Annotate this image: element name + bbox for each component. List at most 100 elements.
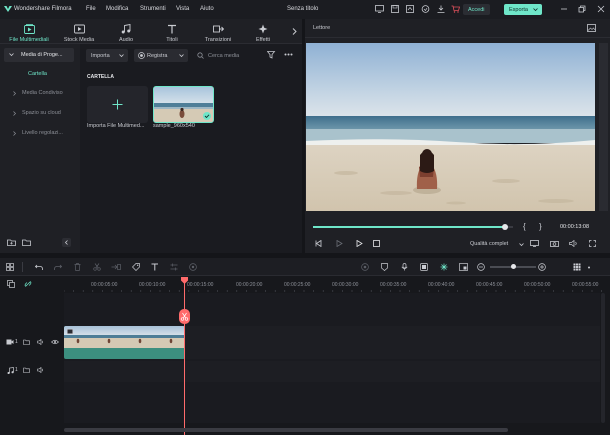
zoom-slider[interactable] bbox=[490, 264, 536, 269]
mark-out-icon[interactable]: } bbox=[539, 222, 542, 231]
folder-icon[interactable] bbox=[22, 239, 31, 246]
zoom-in-icon[interactable] bbox=[538, 263, 546, 271]
text-tool-icon[interactable] bbox=[151, 263, 159, 271]
speaker-icon[interactable] bbox=[37, 339, 44, 345]
split-scissors-button[interactable] bbox=[179, 309, 190, 324]
render-icon[interactable] bbox=[361, 263, 369, 271]
shield-mark-icon[interactable] bbox=[381, 263, 388, 271]
crop-speed-icon[interactable] bbox=[111, 263, 121, 271]
undo-icon[interactable] bbox=[35, 263, 43, 271]
menu-file[interactable]: File bbox=[86, 6, 96, 12]
record-voice-icon[interactable] bbox=[189, 263, 197, 271]
clip-filmstrip bbox=[64, 326, 185, 348]
ruler-label: 00:00:05:00 bbox=[91, 282, 118, 288]
minimize-icon[interactable] bbox=[560, 5, 568, 13]
pip-icon[interactable] bbox=[459, 263, 468, 271]
redo-icon[interactable] bbox=[54, 263, 62, 271]
import-dropdown[interactable]: Importa bbox=[86, 49, 128, 62]
volume-icon[interactable] bbox=[569, 240, 578, 247]
monitor-icon[interactable] bbox=[375, 5, 384, 13]
download-icon[interactable] bbox=[437, 5, 445, 13]
voice-layer-icon[interactable] bbox=[420, 263, 428, 271]
export-label: Esporta bbox=[509, 6, 528, 13]
media-clip-thumbnail[interactable] bbox=[153, 86, 214, 123]
previous-frame-icon[interactable] bbox=[315, 240, 322, 247]
ai-sparkle-icon[interactable] bbox=[440, 263, 448, 271]
chevron-down-icon bbox=[179, 53, 184, 58]
more-options-icon[interactable] bbox=[284, 53, 293, 56]
restore-icon[interactable] bbox=[578, 5, 586, 13]
effects-icon bbox=[258, 24, 268, 34]
ruler-label: 00:00:20:00 bbox=[236, 282, 263, 288]
play-icon[interactable] bbox=[356, 240, 363, 247]
audio-track-header: 1 bbox=[0, 361, 63, 382]
tag-icon[interactable] bbox=[132, 263, 140, 271]
scissors-icon[interactable] bbox=[93, 263, 101, 271]
quality-dropdown[interactable]: Qualità complet bbox=[470, 239, 525, 249]
import-media-tile[interactable] bbox=[87, 86, 148, 123]
layout-grid-icon[interactable] bbox=[6, 263, 14, 271]
camera-icon[interactable] bbox=[550, 240, 559, 247]
player-panel: Lettore {} 00:00:13:08 Qualità complet bbox=[305, 19, 610, 253]
cart-icon[interactable] bbox=[451, 5, 460, 13]
scissors-icon bbox=[180, 312, 189, 321]
export-button[interactable]: Esporta bbox=[504, 4, 542, 15]
close-icon[interactable] bbox=[597, 5, 605, 13]
chevron-down-icon bbox=[519, 242, 524, 247]
folder-lock-icon[interactable] bbox=[23, 339, 30, 345]
playhead-knob[interactable] bbox=[502, 224, 508, 230]
mark-in-icon[interactable]: { bbox=[523, 222, 526, 231]
more-options-icon[interactable] bbox=[587, 266, 591, 269]
timeline-horizontal-scrollbar[interactable] bbox=[64, 428, 508, 432]
ruler-label: 00:00:30:00 bbox=[332, 282, 359, 288]
login-button[interactable]: Accedi bbox=[463, 4, 490, 15]
snapshot-image-icon[interactable] bbox=[587, 24, 596, 32]
search-field[interactable]: Cerca media bbox=[194, 49, 260, 62]
zoom-slider-knob[interactable] bbox=[510, 264, 516, 269]
menu-vista[interactable]: Vista bbox=[176, 6, 189, 12]
link-icon[interactable] bbox=[24, 280, 32, 288]
menu-aiuto[interactable]: Aiuto bbox=[200, 6, 214, 12]
timeline-vertical-scrollbar[interactable] bbox=[601, 293, 605, 423]
sidebar-item-folder[interactable]: Cartella bbox=[4, 68, 74, 81]
fullscreen-icon[interactable] bbox=[589, 240, 596, 247]
filmora-logo-icon bbox=[4, 5, 12, 13]
menu-modifica[interactable]: Modifica bbox=[106, 6, 128, 12]
grid-view-icon[interactable] bbox=[573, 263, 581, 271]
sidebar-item-adjustment[interactable]: Livello regolazi... bbox=[6, 128, 74, 141]
new-folder-icon[interactable] bbox=[7, 239, 16, 246]
microphone-icon[interactable] bbox=[401, 263, 408, 271]
playhead-handle[interactable] bbox=[181, 277, 188, 284]
chevron-left-icon bbox=[64, 240, 68, 245]
delete-icon[interactable] bbox=[74, 263, 81, 271]
stop-icon[interactable] bbox=[373, 240, 380, 247]
zoom-out-icon[interactable] bbox=[477, 263, 485, 271]
timeline-ruler bbox=[64, 290, 602, 292]
playback-progress[interactable] bbox=[313, 224, 513, 230]
video-track-icon bbox=[6, 339, 14, 345]
sidebar-item-label: Media Condiviso bbox=[22, 90, 63, 96]
sidebar-item-cloud[interactable]: Spazio su cloud bbox=[6, 108, 74, 121]
toolbar-divider bbox=[22, 262, 23, 272]
folder-lock-icon[interactable] bbox=[23, 367, 30, 373]
search-input[interactable]: Cerca media bbox=[208, 53, 239, 59]
cloud-icon[interactable] bbox=[421, 5, 430, 13]
menu-strumenti[interactable]: Strumenti bbox=[140, 6, 166, 12]
ruler-label: 00:00:25:00 bbox=[284, 282, 311, 288]
timeline-video-clip[interactable] bbox=[64, 326, 185, 359]
collapse-sidebar-button[interactable] bbox=[62, 238, 71, 247]
filter-icon[interactable] bbox=[267, 51, 276, 59]
eye-icon[interactable] bbox=[51, 339, 59, 345]
display-icon[interactable] bbox=[530, 240, 539, 247]
record-dropdown[interactable]: Registra bbox=[134, 49, 188, 62]
tabs-scroll-right-icon[interactable] bbox=[292, 28, 297, 35]
play-reverse-icon[interactable] bbox=[336, 240, 343, 247]
save-icon[interactable] bbox=[391, 5, 399, 13]
sidebar-item-shared[interactable]: Media Condiviso bbox=[6, 88, 74, 101]
sidebar-item-project-media[interactable]: Media di Proge... bbox=[4, 48, 74, 62]
add-track-icon[interactable] bbox=[7, 280, 15, 288]
adjust-icon[interactable] bbox=[170, 263, 178, 271]
speaker-icon[interactable] bbox=[37, 367, 44, 373]
player-scrollbar[interactable] bbox=[599, 43, 608, 211]
export-file-icon[interactable] bbox=[406, 5, 414, 13]
